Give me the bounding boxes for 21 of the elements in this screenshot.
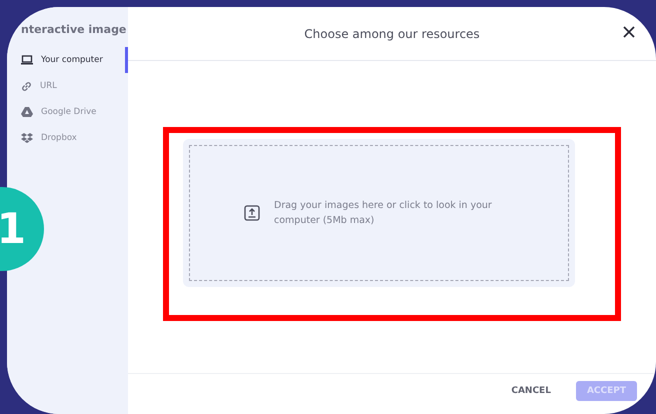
sidebar-item[interactable]: URL [7, 73, 128, 99]
drop-zone-text: Drag your images here or click to look in your computer (5Mb max) [274, 199, 493, 228]
sidebar-item[interactable]: Your computer [7, 47, 128, 73]
sidebar-item[interactable]: Google Drive [7, 99, 128, 125]
sidebar-item-label: Your computer [41, 55, 103, 65]
sidebar-item-label: URL [40, 81, 57, 91]
upload-file-icon [244, 205, 260, 221]
cancel-button[interactable]: CANCEL [500, 381, 562, 401]
laptop-icon [21, 55, 33, 65]
step-number: 1 [0, 208, 26, 250]
triangle-logo-icon [21, 107, 33, 117]
sidebar-item-label: Google Drive [41, 107, 96, 117]
box-logo-icon [21, 133, 33, 143]
sidebar-item-label: Dropbox [41, 133, 77, 143]
sidebar-title: nteractive image [20, 23, 128, 38]
sidebar-item[interactable]: Dropbox [7, 125, 128, 151]
close-icon [622, 25, 636, 39]
drop-zone[interactable]: Drag your images here or click to look in your computer (5Mb max) [183, 139, 575, 287]
link-icon [21, 80, 32, 92]
dialog-title: Choose among our resources [304, 26, 480, 40]
close-button[interactable] [622, 25, 636, 39]
